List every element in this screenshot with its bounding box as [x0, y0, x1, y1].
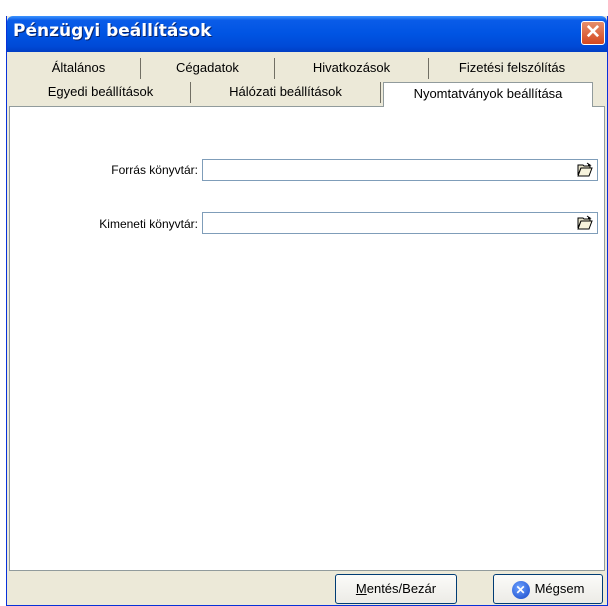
tab-hivatkozasok[interactable]: Hivatkozások — [275, 58, 429, 79]
close-button[interactable]: ✕ — [581, 21, 605, 45]
output-directory-label: Kimeneti könyvtár: — [99, 217, 198, 231]
cancel-button[interactable]: ✕ Mégsem — [493, 574, 603, 604]
save-close-button[interactable]: Mentés/Bezár — [335, 574, 457, 604]
tab-halozati-beallitasok[interactable]: Hálózati beállítások — [191, 82, 381, 103]
settings-dialog: Pénzügyi beállítások ✕ Általános Cégadat… — [6, 16, 608, 606]
cancel-icon: ✕ — [511, 580, 530, 599]
source-directory-field[interactable] — [202, 159, 598, 181]
title-bar[interactable]: Pénzügyi beállítások ✕ — [7, 16, 607, 52]
tab-egyedi-beallitasok[interactable]: Egyedi beállítások — [11, 82, 191, 103]
folder-open-icon[interactable] — [577, 215, 593, 230]
tab-label: Hivatkozások — [312, 60, 391, 75]
tab-nyomtatvanyok-beallitasa[interactable]: Nyomtatványok beállítása — [383, 82, 593, 107]
tab-cegadatok[interactable]: Cégadatok — [141, 58, 275, 79]
close-icon: ✕ — [585, 22, 601, 43]
tab-fizetesi-felszolitas[interactable]: Fizetési felszólítás — [429, 58, 595, 79]
tab-label: Fizetési felszólítás — [458, 60, 566, 75]
save-label: entés/Bezár — [366, 581, 437, 596]
save-mnemonic: M — [355, 581, 367, 596]
tab-label: Egyedi beállítások — [47, 84, 154, 99]
tab-panel: Forrás könyvtár: Kimeneti könyvtár: — [9, 106, 605, 571]
folder-open-icon[interactable] — [577, 162, 593, 177]
output-directory-field[interactable] — [202, 212, 598, 234]
tab-altalanos[interactable]: Általános — [17, 58, 141, 79]
tab-label: Hálózati beállítások — [229, 84, 342, 99]
cancel-label: Mégsem — [534, 581, 585, 596]
tab-label: Cégadatok — [176, 60, 239, 75]
tab-label: Általános — [51, 60, 106, 75]
source-directory-label: Forrás könyvtár: — [111, 163, 198, 177]
window-title: Pénzügyi beállítások — [13, 21, 212, 41]
tab-label: Nyomtatványok beállítása — [413, 86, 563, 101]
